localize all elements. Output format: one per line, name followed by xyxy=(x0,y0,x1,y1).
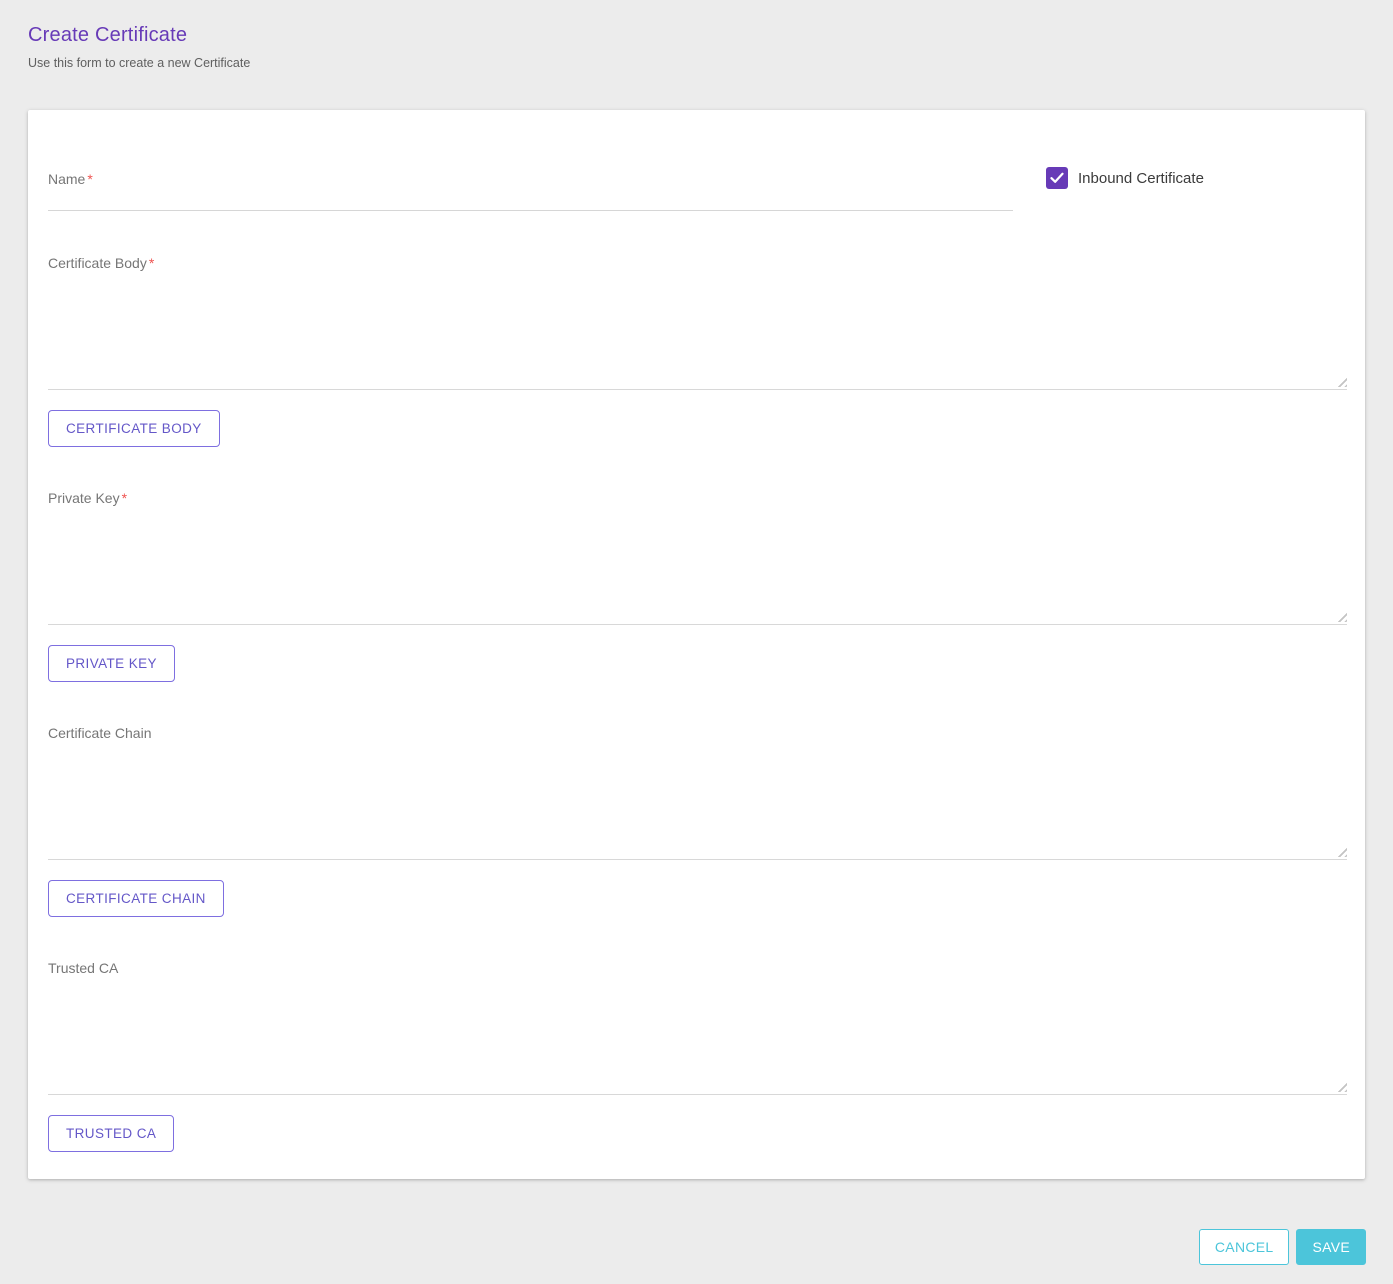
private-key-label-text: Private Key xyxy=(48,490,120,506)
private-key-label: Private Key* xyxy=(48,490,1347,506)
inbound-certificate-checkbox[interactable] xyxy=(1046,167,1068,189)
certificate-chain-label-text: Certificate Chain xyxy=(48,725,152,741)
name-required-marker: * xyxy=(87,171,92,187)
private-key-textarea[interactable] xyxy=(48,512,1347,624)
certificate-chain-textarea[interactable] xyxy=(48,747,1347,859)
trusted-ca-field: Trusted CA TRUSTED CA xyxy=(48,960,1347,1152)
name-field: Name* xyxy=(48,171,1013,211)
trusted-ca-label-text: Trusted CA xyxy=(48,960,118,976)
check-icon xyxy=(1050,172,1064,184)
trusted-ca-label: Trusted CA xyxy=(48,960,1347,976)
certificate-body-field: Certificate Body* CERTIFICATE BODY xyxy=(48,255,1347,447)
page-title: Create Certificate xyxy=(28,24,1365,47)
create-certificate-form-card: Name* Inbound Certificate Certificate Bo… xyxy=(28,110,1365,1179)
name-label-text: Name xyxy=(48,171,85,187)
private-key-required-marker: * xyxy=(122,490,127,506)
trusted-ca-textarea-wrap xyxy=(48,982,1347,1095)
page-header: Create Certificate Use this form to crea… xyxy=(0,0,1393,70)
certificate-body-label: Certificate Body* xyxy=(48,255,1347,271)
certificate-chain-field: Certificate Chain CERTIFICATE CHAIN xyxy=(48,725,1347,917)
trusted-ca-textarea[interactable] xyxy=(48,982,1347,1094)
private-key-upload-button[interactable]: PRIVATE KEY xyxy=(48,645,175,682)
name-row: Name* Inbound Certificate xyxy=(48,171,1347,211)
certificate-body-textarea-wrap xyxy=(48,277,1347,390)
cancel-button[interactable]: CANCEL xyxy=(1199,1229,1290,1265)
certificate-chain-label: Certificate Chain xyxy=(48,725,1347,741)
private-key-field: Private Key* PRIVATE KEY xyxy=(48,490,1347,682)
save-button[interactable]: SAVE xyxy=(1296,1229,1366,1265)
inbound-certificate-label: Inbound Certificate xyxy=(1078,170,1204,187)
inbound-certificate-checkbox-group[interactable]: Inbound Certificate xyxy=(1046,167,1204,189)
page-subtitle: Use this form to create a new Certificat… xyxy=(28,56,1365,70)
trusted-ca-upload-button[interactable]: TRUSTED CA xyxy=(48,1115,174,1152)
footer-actions: CANCEL SAVE xyxy=(0,1229,1393,1265)
name-label: Name* xyxy=(48,171,1013,187)
certificate-chain-upload-button[interactable]: CERTIFICATE CHAIN xyxy=(48,880,224,917)
certificate-body-required-marker: * xyxy=(149,255,154,271)
certificate-body-upload-button[interactable]: CERTIFICATE BODY xyxy=(48,410,220,447)
certificate-body-textarea[interactable] xyxy=(48,277,1347,389)
name-input[interactable] xyxy=(48,189,1013,211)
private-key-textarea-wrap xyxy=(48,512,1347,625)
certificate-chain-textarea-wrap xyxy=(48,747,1347,860)
certificate-body-label-text: Certificate Body xyxy=(48,255,147,271)
